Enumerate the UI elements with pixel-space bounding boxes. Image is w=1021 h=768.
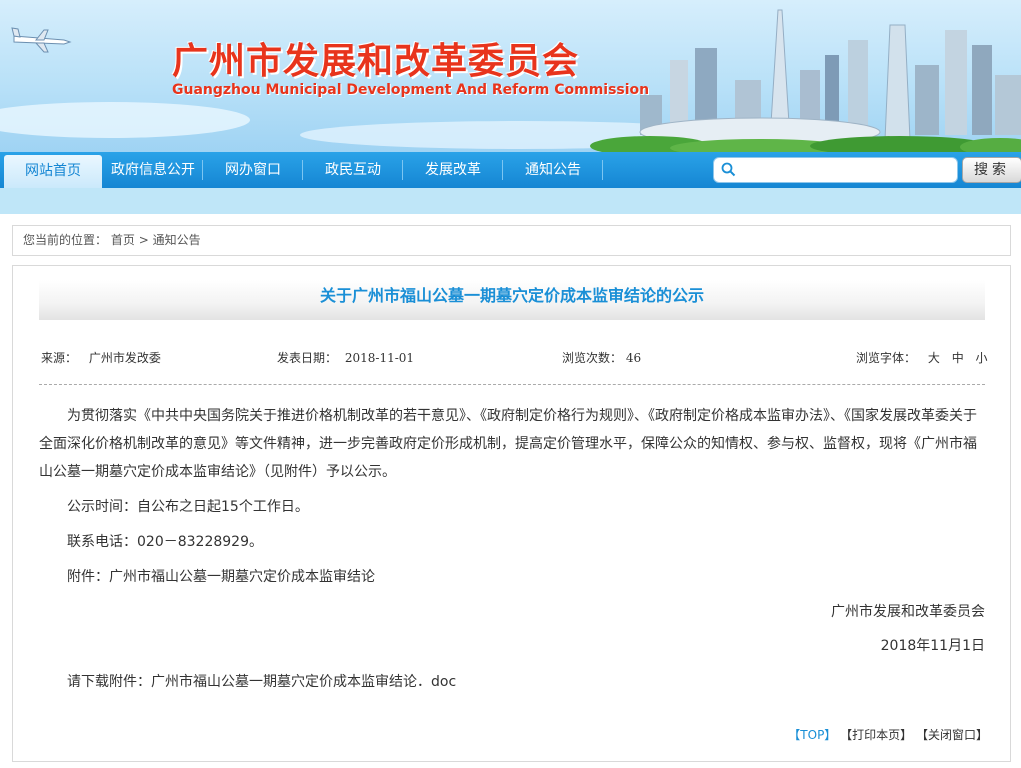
source-value: 广州市发改委 xyxy=(88,351,161,365)
views-label: 浏览次数： xyxy=(562,351,623,365)
breadcrumb-prefix: 您当前的位置： xyxy=(23,233,108,247)
download-file-link[interactable]: 广州市福山公墓一期墓穴定价成本监审结论．doc xyxy=(151,674,456,690)
download-label: 请下载附件： xyxy=(67,674,151,690)
article-source: 来源： 广州市发改委 xyxy=(41,349,161,366)
search-icon xyxy=(721,162,736,177)
attachment-line: 附件：广州市福山公墓一期墓穴定价成本监审结论 xyxy=(67,569,375,585)
contact-phone: 联系电话：020－83228929。 xyxy=(67,534,263,550)
search-input[interactable] xyxy=(740,160,954,180)
date-value: 2018-11-01 xyxy=(344,351,415,365)
nav-item-notices[interactable]: 通知公告 xyxy=(504,152,602,188)
site-banner: 广州市发展和改革委员会 Guangzhou Municipal Developm… xyxy=(0,0,1021,152)
font-size-large[interactable]: 大 xyxy=(928,351,940,365)
nav-item-reform[interactable]: 发展改革 xyxy=(404,152,502,188)
nav-item-interaction[interactable]: 政民互动 xyxy=(304,152,402,188)
sign-date: 2018年11月1日 xyxy=(880,638,985,654)
nav-divider xyxy=(202,160,203,180)
breadcrumb: 您当前的位置： 首页 > 通知公告 xyxy=(12,225,1011,256)
article-views: 浏览次数： 46 xyxy=(562,349,641,366)
publicity-period: 公示时间：自公布之日起15个工作日。 xyxy=(67,499,309,515)
signer: 广州市发展和改革委员会 xyxy=(831,604,985,620)
views-value: 46 xyxy=(625,351,642,365)
article-date: 发表日期： 2018-11-01 xyxy=(277,349,414,366)
font-size-small[interactable]: 小 xyxy=(976,351,988,365)
nav-item-home[interactable]: 网站首页 xyxy=(4,155,102,188)
site-title: 广州市发展和改革委员会 xyxy=(172,41,580,82)
skyline-buildings xyxy=(639,9,1021,147)
article-title: 关于广州市福山公墓一期墓穴定价成本监审结论的公示 xyxy=(39,280,985,320)
nav-divider xyxy=(502,160,503,180)
search-box xyxy=(713,157,958,183)
print-link[interactable]: 【打印本页】 xyxy=(840,728,912,742)
font-size-selector: 浏览字体： 大 中 小 xyxy=(856,349,988,366)
breadcrumb-home-link[interactable]: 首页 xyxy=(111,233,135,247)
breadcrumb-current-link[interactable]: 通知公告 xyxy=(153,233,201,247)
meta-divider xyxy=(39,384,985,385)
nav-divider xyxy=(402,160,403,180)
nav-divider xyxy=(602,160,603,180)
font-size-label: 浏览字体： xyxy=(856,351,917,365)
nav-item-online-service[interactable]: 网办窗口 xyxy=(204,152,302,188)
date-label: 发表日期： xyxy=(277,351,338,365)
nav-item-gov-info[interactable]: 政府信息公开 xyxy=(104,152,202,188)
site-subtitle: Guangzhou Municipal Development And Refo… xyxy=(172,82,650,98)
top-link[interactable]: 【TOP】 xyxy=(788,728,836,742)
download-attachment: 请下载附件：广州市福山公墓一期墓穴定价成本监审结论．doc xyxy=(39,668,985,696)
breadcrumb-separator: > xyxy=(138,233,149,247)
article-body-paragraph: 为贯彻落实《中共中央国务院关于推进价格机制改革的若干意见》、《政府制定价格行为规… xyxy=(39,408,977,480)
airplane-icon xyxy=(11,27,72,53)
font-size-medium[interactable]: 中 xyxy=(952,351,964,365)
article-panel: 关于广州市福山公墓一期墓穴定价成本监审结论的公示 来源： 广州市发改委 发表日期… xyxy=(12,265,1011,762)
nav-divider xyxy=(302,160,303,180)
footer-links: 【TOP】 【打印本页】 【关闭窗口】 xyxy=(788,726,988,743)
nav-bottom-strip xyxy=(0,188,1021,214)
source-label: 来源： xyxy=(41,351,78,365)
close-window-link[interactable]: 【关闭窗口】 xyxy=(916,728,988,742)
search-button[interactable]: 搜索 xyxy=(962,157,1021,183)
